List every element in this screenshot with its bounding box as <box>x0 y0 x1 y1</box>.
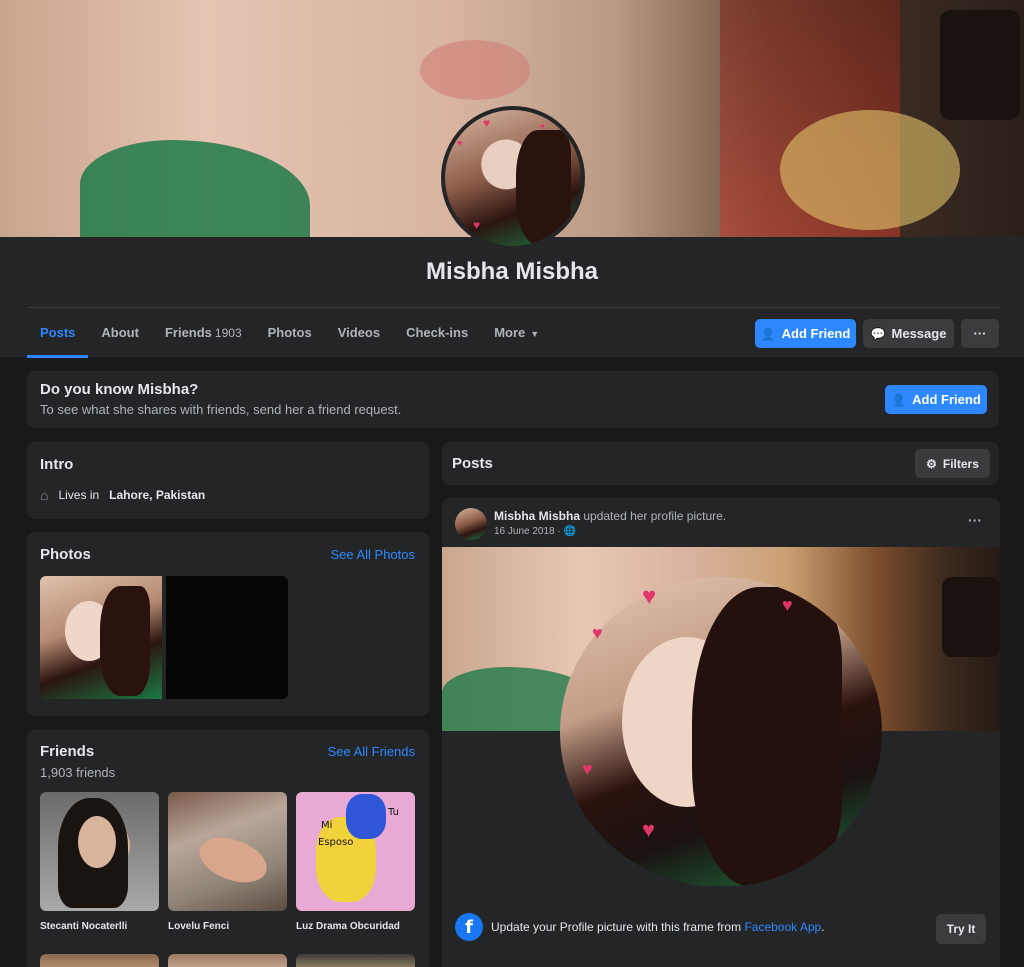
add-user-icon: 👤 <box>760 326 776 341</box>
caret-down-icon: ▼ <box>530 329 540 339</box>
frame-promo: f Update your Profile picture with this … <box>455 913 825 941</box>
lives-prefix: Lives in <box>58 488 100 502</box>
more-dots-icon: ··· <box>973 326 987 341</box>
tab-label: Check-ins <box>406 325 469 340</box>
image-caption: Tu <box>388 807 399 818</box>
button-label: Add Friend <box>912 392 981 407</box>
friend-suggestion-card: Do you know Misbha? To see what she shar… <box>27 371 999 428</box>
header-divider <box>27 307 999 308</box>
button-label: Filters <box>942 456 979 471</box>
photo-thumbnail[interactable] <box>166 576 288 699</box>
globe-icon: 🌐 <box>563 526 576 537</box>
photos-card: Photos See All Photos <box>27 532 429 716</box>
posts-header-card: Posts ⚙ Filters <box>442 442 999 485</box>
intro-card: Intro ⌂ Lives in Lahore, Pakistan <box>27 442 429 519</box>
posts-title: Posts <box>452 455 493 472</box>
post-card: Misbha Misbha updated her profile pictur… <box>442 498 1000 967</box>
messenger-icon: 💬 <box>870 326 886 341</box>
date-text: 16 June 2018 · <box>494 526 561 537</box>
sliders-icon: ⚙ <box>926 456 937 471</box>
profile-name: Misbha Misbha <box>425 258 599 285</box>
location-link[interactable]: Lahore, Pakistan <box>109 488 205 502</box>
suggestion-title: Do you know Misbha? <box>40 381 199 398</box>
tab-check-ins[interactable]: Check-ins <box>393 310 481 358</box>
friends-card: Friends 1,903 friends See All Friends St… <box>27 730 429 967</box>
post-photo[interactable]: ♥ ♥ ♥ ♥ ♥ <box>442 547 1000 886</box>
tab-label: Videos <box>337 325 381 340</box>
image-caption: Esposo <box>318 837 354 848</box>
add-friend-button[interactable]: 👤 Add Friend <box>885 385 987 414</box>
friend-tile[interactable]: Mi Esposo Tu Luz Drama Obcuridad <box>296 792 415 932</box>
tab-label: About <box>101 325 139 340</box>
friends-count: 1,903 friends <box>40 765 116 780</box>
button-label: Add Friend <box>781 326 851 341</box>
more-options-button[interactable]: ··· <box>961 319 999 348</box>
try-it-button[interactable]: Try It <box>936 914 986 944</box>
see-all-photos-link[interactable]: See All Photos <box>330 547 415 562</box>
friend-photo[interactable]: Mi Esposo Tu <box>296 792 415 911</box>
suggestion-subtitle: To see what she shares with friends, sen… <box>40 402 402 417</box>
tab-photos[interactable]: Photos <box>255 310 325 358</box>
add-user-icon: 👤 <box>891 392 907 407</box>
friend-photo[interactable] <box>168 954 287 967</box>
intro-location: ⌂ Lives in Lahore, Pakistan <box>40 487 205 503</box>
tab-friends[interactable]: Friends 1903 <box>152 310 255 358</box>
promo-text: Update your Profile picture with this fr… <box>491 920 742 934</box>
image-caption: Mi <box>321 820 333 831</box>
tab-about[interactable]: About <box>88 310 152 358</box>
friend-photo[interactable] <box>168 792 287 911</box>
photos-title: Photos <box>40 546 91 563</box>
friend-name[interactable]: Lovelu Fenci <box>168 921 287 932</box>
facebook-app-link[interactable]: Facebook App <box>744 920 821 934</box>
message-button[interactable]: 💬 Message <box>863 319 954 348</box>
friend-photo[interactable] <box>296 954 415 967</box>
tab-label: Friends <box>164 325 212 340</box>
intro-title: Intro <box>40 456 74 473</box>
friend-name[interactable]: Stecanti Nocaterlli <box>40 921 159 932</box>
frame-promo-text: Update your Profile picture with this fr… <box>491 920 825 934</box>
friend-photo[interactable] <box>40 792 159 911</box>
author-avatar[interactable] <box>455 508 487 540</box>
tab-label: More <box>494 325 526 340</box>
add-friend-button[interactable]: 👤 Add Friend <box>755 319 856 348</box>
friends-title: Friends <box>40 743 95 760</box>
friend-tile[interactable]: Stecanti Nocaterlli <box>40 792 159 932</box>
friend-name[interactable]: Luz Drama Obcuridad <box>296 921 415 932</box>
profile-picture-circle <box>560 577 882 886</box>
facebook-logo-icon: f <box>455 913 483 941</box>
filters-button[interactable]: ⚙ Filters <box>915 449 990 478</box>
friends-count-badge: 1903 <box>214 326 242 340</box>
profile-tabs: Posts About Friends 1903 Photos Videos Ch… <box>27 310 552 358</box>
home-icon: ⌂ <box>40 487 49 503</box>
button-label: Message <box>891 326 947 341</box>
tab-label: Posts <box>40 325 76 340</box>
author-name[interactable]: Misbha Misbha <box>494 509 580 523</box>
tab-more[interactable]: More ▼ <box>481 310 552 358</box>
post-options-icon[interactable]: ··· <box>968 512 982 528</box>
photo-thumbnail[interactable] <box>40 576 162 699</box>
tab-posts[interactable]: Posts <box>27 310 89 358</box>
post-action: updated her profile picture. <box>583 509 727 523</box>
tab-videos[interactable]: Videos <box>325 310 393 358</box>
post-timestamp[interactable]: 16 June 2018 · 🌐 <box>494 526 576 537</box>
promo-end: . <box>821 920 825 934</box>
friend-tile[interactable]: Lovelu Fenci <box>168 792 287 932</box>
post-header: Misbha Misbha updated her profile pictur… <box>494 509 726 523</box>
tab-label: Photos <box>267 325 312 340</box>
see-all-friends-link[interactable]: See All Friends <box>328 744 415 759</box>
profile-avatar[interactable]: ♥ ♥ ♥ ♥ <box>441 106 585 250</box>
friend-photo[interactable] <box>40 954 159 967</box>
